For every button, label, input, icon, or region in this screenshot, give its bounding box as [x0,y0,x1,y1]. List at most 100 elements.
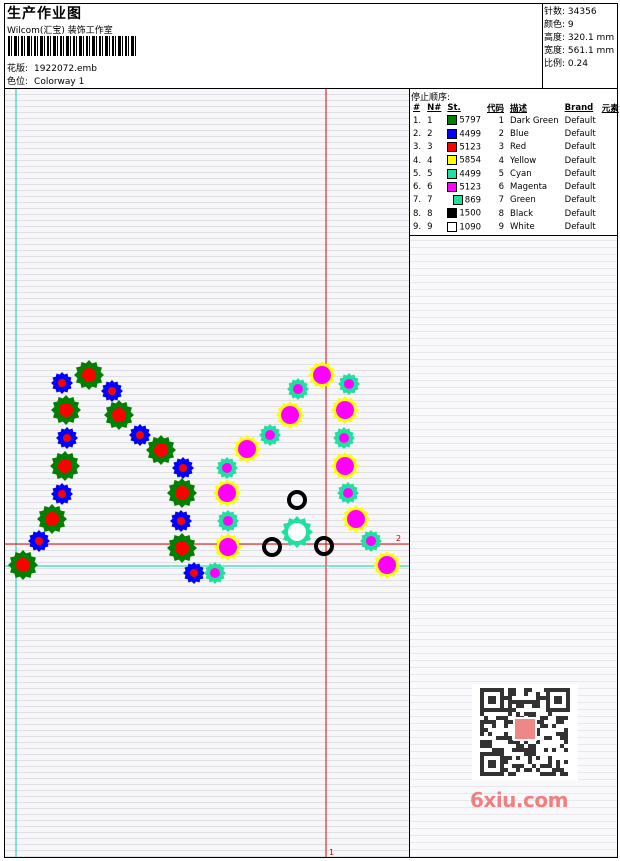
color-row: 3. 3 5123 3 Red Default [410,141,620,154]
qr-module [504,736,508,740]
qr-module [508,720,512,724]
qr-module [548,764,552,768]
flower-motif [167,533,197,563]
qr-module [536,700,540,704]
row-code: 1 [498,115,505,126]
qr-module [560,772,564,776]
row-code: 5 [498,168,505,179]
row-brand: Default [564,115,596,126]
company-name: Wilcom(汇宝) 装饰工作室 [7,26,113,36]
row-element [599,127,620,140]
flower-motif [170,510,192,532]
qr-module [488,744,492,748]
row-number: 8. [413,208,422,219]
flower-motif [276,401,304,429]
qr-module [484,716,488,720]
qr-module [564,760,568,764]
stat-height: 高度: 320.1 mm [544,33,615,43]
qr-module [528,744,532,748]
flower-motif [308,361,336,389]
qr-module [520,700,524,704]
qr-module [484,720,488,724]
qr-module [552,724,556,728]
qr-module [480,740,484,744]
qr-module [508,704,512,708]
flower-motif [338,373,360,395]
flower-motif [287,378,309,400]
qr-finder [488,760,496,768]
stat-scale: 比例: 0.24 [544,59,588,69]
qr-module [528,700,532,704]
color-row: 1. 1 5797 1 Dark Green Default [410,114,620,127]
row-stitches: 5797 [444,114,484,127]
qr-module [496,748,500,752]
qr-module [500,748,504,752]
page-title: 生产作业图 [7,6,82,22]
stat-width: 宽度: 561.1 mm [544,46,615,56]
flower-motif [37,504,67,534]
qr-module [508,712,512,716]
qr-module [508,756,512,760]
qr-module [540,724,544,728]
qr-module [544,736,548,740]
qr-module [480,720,484,724]
stats-divider [542,3,543,88]
flower-motif [214,533,242,561]
row-stitches: 1500 [444,207,484,220]
row-code: 3 [498,142,505,153]
flower-motif [146,435,176,465]
qr-module [516,700,520,704]
row-stitches: 5123 [444,180,484,193]
row-number: 3. [413,142,422,153]
qr-module [480,732,484,736]
row-needle: 8 [427,208,433,219]
row-needle: 3 [427,142,433,153]
black-ring [314,536,334,556]
qr-center-stamp [513,717,537,741]
qr-module [504,732,508,736]
col-element: 元素 [601,103,619,114]
col-brand: Brand [564,102,594,113]
color-swatch [447,128,458,139]
flower-motif [183,562,205,584]
qr-module [564,732,568,736]
design-canvas[interactable] [5,89,409,857]
flower-motif [217,510,239,532]
qr-module [524,752,528,756]
flower-motif [373,551,401,579]
qr-module [524,692,528,696]
color-swatch [447,168,458,179]
row-element [599,220,620,233]
qr-module [512,708,516,712]
qr-module [532,704,536,708]
qr-finder [488,696,496,704]
qr-module [544,716,548,720]
row-element [599,141,620,154]
qr-module [480,728,484,732]
embroidery-preview [5,89,409,857]
row-number: 2. [413,128,422,139]
col-description: 描述 [510,103,528,114]
flower-motif [333,427,355,449]
qr-module [508,740,512,744]
qr-module [520,704,524,708]
flower-motifs [8,360,401,584]
qr-module [560,736,564,740]
qr-module [528,768,532,772]
row-number: 7. [413,195,422,206]
qr-module [504,724,508,728]
qr-code[interactable] [472,684,578,780]
flower-motif [74,360,104,390]
barcode [8,36,138,56]
qr-module [564,716,568,720]
qr-module [508,696,512,700]
qr-module [508,700,512,704]
row-needle: 5 [427,168,433,179]
colorway-label: 色位: [7,77,29,87]
row-code: 4 [498,155,505,166]
row-element [599,114,620,127]
qr-module [524,700,528,704]
flower-motif [342,505,370,533]
qr-module [544,724,548,728]
design-stats: 针数: 34356 颜色: 9 高度: 320.1 mm 宽度: 561.1 m… [544,6,614,71]
